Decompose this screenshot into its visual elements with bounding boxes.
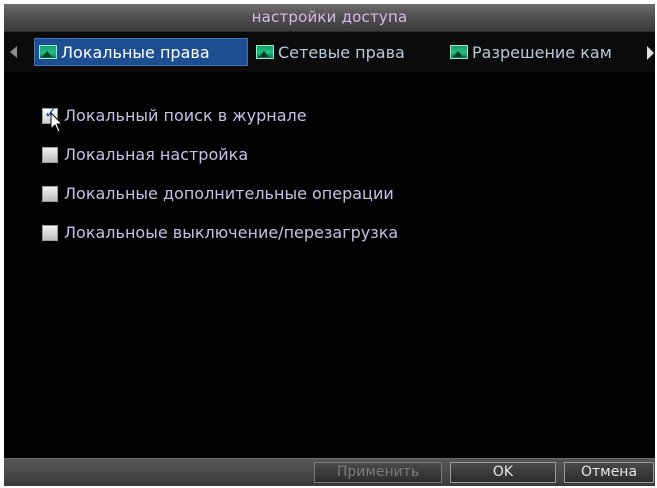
title-bar: настройки доступа (4, 4, 655, 32)
permission-local-configuration[interactable]: Локальная настройка (42, 135, 398, 174)
permission-label: Локальный поиск в журнале (64, 106, 307, 125)
ok-button[interactable]: OK (450, 462, 556, 483)
checkbox-unchecked[interactable] (42, 146, 58, 163)
tab-scroll-left-icon[interactable] (10, 46, 17, 58)
mouse-cursor-icon (50, 112, 64, 133)
permission-label: Локальноые выключение/перезагрузка (64, 223, 399, 242)
permission-local-advanced-operations[interactable]: Локальные дополнительные операции (42, 174, 398, 213)
tab-label: Разрешение кам (472, 42, 612, 62)
cancel-button[interactable]: Отмена (564, 462, 654, 483)
picture-icon (256, 45, 274, 59)
permission-label: Локальные дополнительные операции (64, 184, 394, 203)
permission-list: ✓ Локальный поиск в журнале Локальная на… (42, 96, 398, 252)
tab-scroll-right-icon[interactable] (647, 46, 654, 60)
tab-camera-permissions[interactable]: Разрешение кам (446, 38, 646, 66)
permission-label: Локальная настройка (64, 145, 249, 164)
tab-bar: Локальные права Сетевые права Разрешение… (4, 32, 655, 72)
picture-icon (450, 45, 468, 59)
access-settings-window: настройки доступа Локальные права Сетевы… (4, 4, 655, 486)
permission-local-shutdown-reboot[interactable]: Локальноые выключение/перезагрузка (42, 213, 398, 252)
permission-local-log-search[interactable]: ✓ Локальный поиск в журнале (42, 96, 398, 135)
window-title: настройки доступа (251, 8, 408, 26)
button-bar: Применить OK Отмена (4, 458, 655, 486)
checkbox-unchecked[interactable] (42, 224, 58, 241)
tab-label: Сетевые права (278, 42, 405, 62)
picture-icon (39, 45, 57, 59)
tab-label: Локальные права (61, 42, 210, 62)
apply-button[interactable]: Применить (314, 462, 442, 483)
checkbox-unchecked[interactable] (42, 185, 58, 202)
tab-local-rights[interactable]: Локальные права (34, 38, 248, 66)
tab-network-rights[interactable]: Сетевые права (252, 38, 444, 66)
